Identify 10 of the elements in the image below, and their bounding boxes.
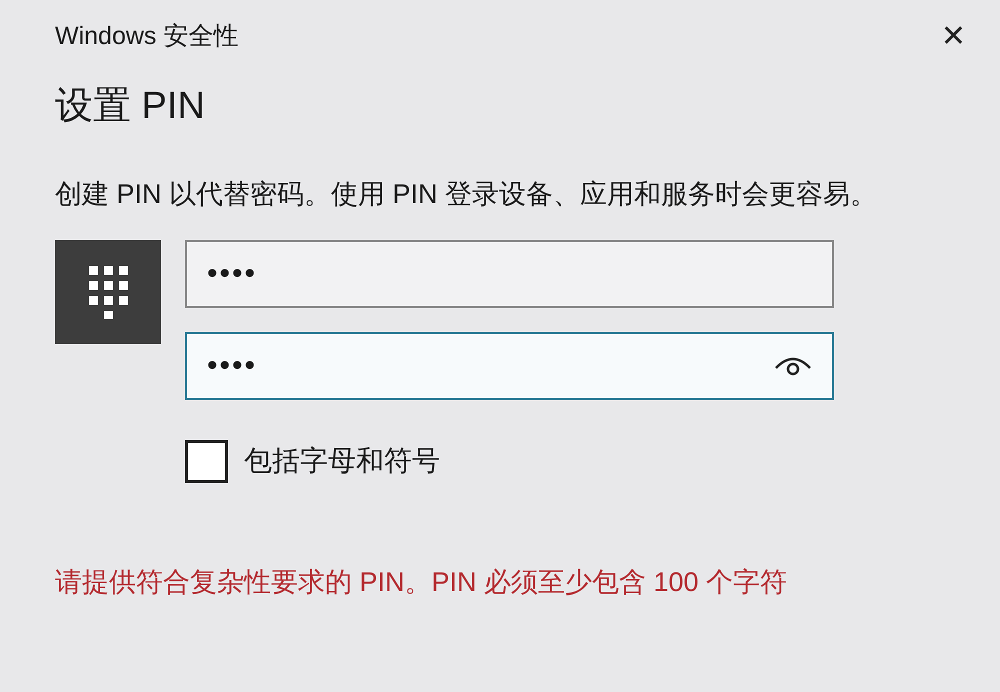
description-text: 创建 PIN 以代替密码。使用 PIN 登录设备、应用和服务时会更容易。 xyxy=(55,178,878,210)
keypad-icon xyxy=(88,264,128,319)
close-button[interactable]: ✕ xyxy=(936,22,970,52)
pin-field[interactable]: •••• xyxy=(185,332,834,400)
pin-field[interactable]: •••• xyxy=(185,240,834,308)
window-title: Windows 安全性 xyxy=(55,21,238,52)
checkbox[interactable] xyxy=(185,440,228,483)
checkbox-label: 包括字母和符号 xyxy=(244,444,440,478)
error-message: 请提供符合复杂性要求的 PIN。PIN 必须至少包含 100 个字符 xyxy=(55,566,788,599)
dialog-heading: 设置 PIN xyxy=(55,84,206,128)
